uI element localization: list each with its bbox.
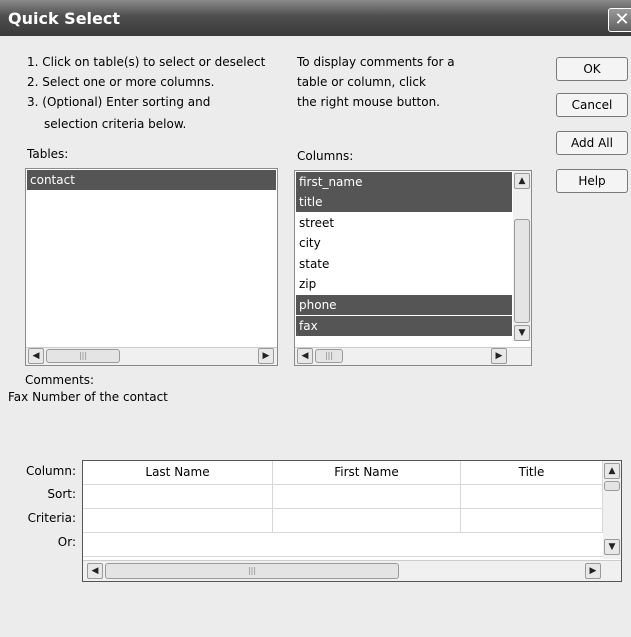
scroll-right-icon[interactable]: ▶ bbox=[585, 563, 601, 579]
scroll-left-icon[interactable]: ◀ bbox=[297, 348, 313, 364]
column-item-zip[interactable]: zip bbox=[296, 274, 512, 294]
row-label-column: Column: bbox=[26, 464, 76, 478]
row-label-criteria: Criteria: bbox=[27, 511, 76, 525]
grid-header-title[interactable]: Title bbox=[461, 461, 603, 485]
dialog-title: Quick Select bbox=[8, 9, 121, 28]
columns-label: Columns: bbox=[297, 149, 354, 163]
grid-hscrollbar[interactable]: ◀ ||| ▶ bbox=[83, 560, 621, 581]
title-bar[interactable]: Quick Select ✕ bbox=[0, 0, 631, 36]
grid-header-first-name[interactable]: First Name bbox=[273, 461, 461, 485]
scroll-up-icon[interactable]: ▲ bbox=[514, 173, 530, 189]
columns-vscrollbar[interactable]: ▲ ▼ bbox=[513, 171, 531, 341]
comment-hint-line-1: To display comments for a bbox=[297, 55, 455, 69]
grid-cell-criteria[interactable] bbox=[461, 509, 603, 533]
scroll-thumb-vertical[interactable] bbox=[604, 481, 620, 491]
row-label-or: Or: bbox=[57, 535, 76, 549]
scroll-up-icon[interactable]: ▲ bbox=[604, 463, 620, 479]
row-label-sort: Sort: bbox=[47, 487, 76, 501]
scroll-thumb-vertical[interactable] bbox=[514, 219, 530, 323]
grid-cell-sort[interactable] bbox=[273, 485, 461, 509]
column-item-title[interactable]: title bbox=[296, 192, 512, 212]
scroll-right-icon[interactable]: ▶ bbox=[491, 348, 507, 364]
column-item-street[interactable]: street bbox=[296, 213, 512, 233]
quick-select-dialog: Quick Select ✕ 1. Click on table(s) to s… bbox=[0, 0, 631, 637]
columns-hscrollbar[interactable]: ◀ ||| ▶ bbox=[295, 347, 531, 365]
tables-label: Tables: bbox=[27, 147, 69, 161]
add-all-button[interactable]: Add All bbox=[556, 131, 628, 155]
comments-text: Fax Number of the contact bbox=[8, 390, 168, 404]
help-button[interactable]: Help bbox=[556, 169, 628, 193]
cancel-button[interactable]: Cancel bbox=[556, 93, 628, 117]
table-item-contact[interactable]: contact bbox=[27, 170, 276, 190]
grid-header-last-name[interactable]: Last Name bbox=[83, 461, 273, 485]
column-item-state[interactable]: state bbox=[296, 254, 512, 274]
comment-hint-line-2: table or column, click bbox=[297, 75, 426, 89]
close-icon[interactable]: ✕ bbox=[608, 8, 631, 32]
scroll-right-icon[interactable]: ▶ bbox=[258, 348, 274, 364]
scroll-thumb[interactable]: ||| bbox=[105, 563, 399, 579]
comment-hint-line-3: the right mouse button. bbox=[297, 95, 440, 109]
tables-hscrollbar[interactable]: ◀ ||| ▶ bbox=[26, 347, 277, 365]
scroll-left-icon[interactable]: ◀ bbox=[87, 563, 103, 579]
scroll-thumb[interactable]: ||| bbox=[46, 349, 120, 363]
comments-label: Comments: bbox=[25, 373, 95, 387]
instruction-line-3: 3. (Optional) Enter sorting and bbox=[27, 95, 211, 109]
scroll-left-icon[interactable]: ◀ bbox=[28, 348, 44, 364]
grid-cell-sort[interactable] bbox=[83, 485, 273, 509]
instruction-line-1: 1. Click on table(s) to select or desele… bbox=[27, 55, 266, 69]
grid-cell-or[interactable] bbox=[83, 533, 603, 557]
grid-cell-criteria[interactable] bbox=[273, 509, 461, 533]
tables-listbox[interactable]: contact ◀ ||| ▶ bbox=[25, 168, 278, 366]
column-item-fax[interactable]: fax bbox=[296, 316, 512, 336]
scroll-down-icon[interactable]: ▼ bbox=[604, 539, 620, 555]
column-item-first-name[interactable]: first_name bbox=[296, 172, 512, 192]
column-item-city[interactable]: city bbox=[296, 233, 512, 253]
columns-listbox[interactable]: first_name title street city state zip p… bbox=[294, 170, 532, 366]
instruction-line-4: selection criteria below. bbox=[44, 117, 187, 131]
ok-button[interactable]: OK bbox=[556, 57, 628, 81]
scroll-thumb[interactable]: ||| bbox=[315, 349, 343, 363]
criteria-grid[interactable]: Last Name First Name Title ▲ ▼ ◀ ||| ▶ bbox=[82, 460, 622, 582]
grid-cell-sort[interactable] bbox=[461, 485, 603, 509]
instruction-line-2: 2. Select one or more columns. bbox=[27, 75, 215, 89]
grid-cell-criteria[interactable] bbox=[83, 509, 273, 533]
scroll-down-icon[interactable]: ▼ bbox=[514, 325, 530, 341]
grid-vscrollbar[interactable]: ▲ ▼ bbox=[603, 461, 621, 559]
column-item-phone[interactable]: phone bbox=[296, 295, 512, 315]
